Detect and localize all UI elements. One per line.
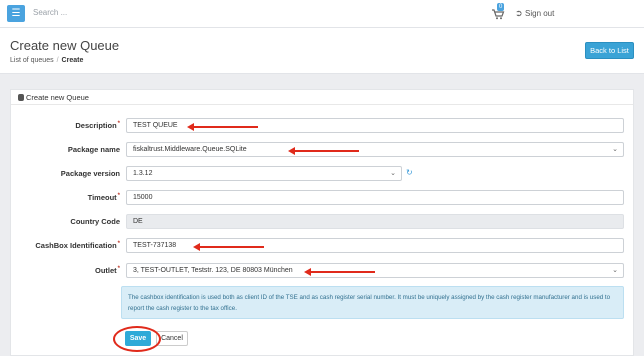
chevron-down-icon: ⌄ [612, 267, 618, 274]
annotation-arrow [304, 268, 375, 276]
create-queue-panel: Create new Queue Description* TEST QUEUE… [10, 89, 634, 356]
annotation-arrow [193, 243, 264, 251]
annotation-arrow [288, 147, 359, 155]
package-version-label: Package version [60, 169, 120, 178]
package-name-select[interactable]: fiskaltrust.Middleware.Queue.SQLite ⌄ [126, 142, 624, 157]
breadcrumb-separator: / [56, 57, 59, 64]
annotation-circle [113, 326, 161, 352]
package-name-label: Package name [67, 145, 120, 154]
back-to-list-button[interactable]: Back to List [585, 42, 634, 59]
sign-out-link[interactable]: Sign out [525, 9, 554, 18]
outlet-label: Outlet* [94, 266, 120, 275]
description-label: Description* [75, 121, 120, 130]
annotation-arrow [187, 123, 258, 131]
breadcrumb-link-list[interactable]: List of queues [10, 57, 54, 64]
package-version-select[interactable]: 1.3.12 ⌄ [126, 166, 402, 181]
timeout-label: Timeout* [87, 193, 120, 202]
chevron-down-icon: ⌄ [612, 146, 618, 153]
breadcrumb: List of queues / Create [10, 57, 83, 64]
breadcrumb-current: Create [61, 57, 84, 64]
page-header: Create new Queue List of queues / Create B… [0, 28, 644, 74]
hamburger-menu-icon[interactable]: ☰ [7, 5, 25, 22]
database-icon [18, 94, 24, 101]
cart-count-badge: 0 [497, 3, 505, 11]
panel-header: Create new Queue [11, 90, 633, 105]
chevron-down-icon: ⌄ [390, 170, 396, 177]
sign-out-icon[interactable]: ➲ [515, 8, 523, 19]
country-code-label: Country Code [70, 217, 120, 226]
timeout-input[interactable]: 15000 [126, 190, 624, 205]
refresh-icon[interactable]: ↻ [406, 168, 413, 177]
page-title: Create new Queue [10, 38, 120, 53]
search-input[interactable]: Search ... [33, 8, 67, 17]
outlet-select[interactable]: 3, TEST-OUTLET, Teststr. 123, DE 80803 M… [126, 263, 624, 278]
panel-title: Create new Queue [26, 93, 89, 102]
top-bar: ☰ Search ... 0 ➲ Sign out [0, 0, 644, 28]
country-code-field: DE [126, 214, 624, 229]
cashbox-id-label: CashBox Identification* [35, 241, 120, 250]
info-alert: The cashbox identification is used both … [121, 286, 624, 319]
